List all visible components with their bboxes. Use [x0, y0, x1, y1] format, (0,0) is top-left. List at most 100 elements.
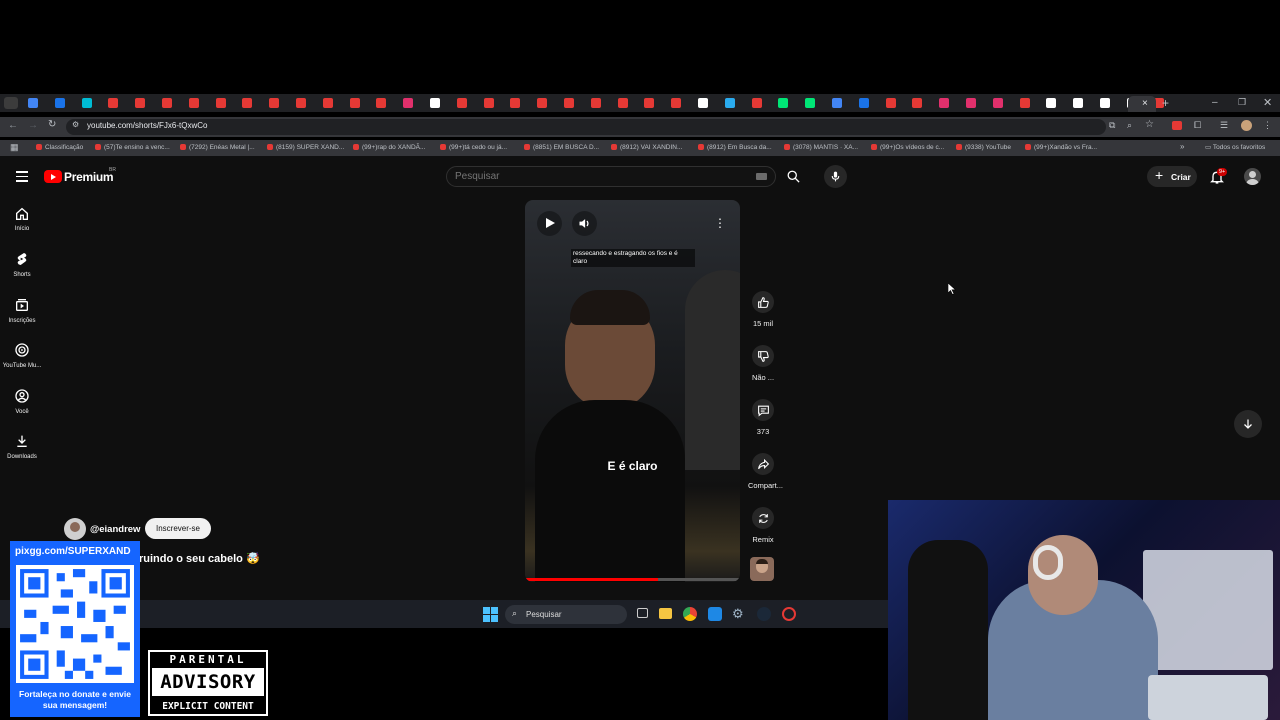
chrome-icon[interactable] [683, 607, 697, 621]
bookmark-star-icon[interactable]: ☆ [1145, 119, 1154, 130]
tab-search-button[interactable] [4, 97, 18, 109]
bookmark-item[interactable]: (9338) YouTube [956, 144, 1011, 151]
hamburger-menu-icon[interactable] [16, 171, 28, 182]
browser-tab[interactable] [805, 98, 816, 108]
app-red-icon[interactable] [782, 607, 796, 621]
browser-tab[interactable] [564, 98, 574, 108]
browser-tab[interactable] [1046, 98, 1057, 108]
play-button[interactable] [537, 211, 562, 236]
comments-button[interactable]: 373 [748, 399, 778, 436]
browser-tab[interactable] [510, 98, 521, 108]
browser-tab[interactable] [671, 98, 682, 108]
site-info-icon[interactable]: ⚙ [72, 120, 79, 129]
file-explorer-icon[interactable] [659, 608, 672, 619]
keyboard-icon[interactable] [756, 173, 767, 180]
browser-tab[interactable] [751, 98, 762, 108]
create-button[interactable]: + Criar [1147, 166, 1197, 187]
bookmark-item[interactable]: (57)Te ensino a venc... [95, 144, 170, 151]
account-avatar[interactable] [1244, 168, 1261, 185]
settings-gear-icon[interactable]: ⚙ [732, 606, 744, 622]
bookmark-item[interactable]: (8851) EM BUSCA D... [524, 144, 599, 151]
sidebar-item-voce[interactable]: Você [0, 388, 44, 418]
sidebar-item-shorts[interactable]: Shorts [0, 251, 44, 281]
browser-tab[interactable] [885, 98, 896, 108]
steam-icon[interactable] [757, 607, 771, 621]
browser-tab[interactable] [108, 98, 119, 108]
extension-icon[interactable] [1172, 121, 1182, 130]
close-tab-icon[interactable]: × [1142, 98, 1148, 109]
share-button[interactable]: Compart... [748, 453, 783, 490]
browser-tab[interactable] [456, 98, 467, 108]
bookmark-item[interactable]: (3078) MANTIS · XA... [784, 144, 858, 151]
browser-tab[interactable] [376, 98, 387, 108]
browser-tab[interactable] [778, 98, 789, 108]
browser-tab[interactable] [590, 98, 601, 108]
browser-tab[interactable] [269, 98, 280, 108]
reload-icon[interactable]: ↻ [48, 119, 56, 130]
next-video-button[interactable] [1234, 410, 1262, 438]
bookmark-item[interactable]: (99+)rap do XANDÃ... [353, 144, 425, 151]
browser-tab[interactable] [724, 98, 735, 108]
youtube-premium-text[interactable]: Premium [64, 170, 114, 184]
browser-tab[interactable] [1019, 98, 1030, 108]
audio-thumbnail[interactable] [750, 557, 774, 581]
browser-tab[interactable] [992, 98, 1003, 108]
video-more-options-icon[interactable]: ⋮ [714, 216, 726, 230]
sidebar-item-downloads[interactable]: Downloads [0, 433, 44, 463]
app-blue-icon[interactable] [708, 607, 722, 621]
dislike-button[interactable]: Não ... [748, 345, 778, 382]
browser-tab[interactable] [215, 98, 226, 108]
bookmark-item[interactable]: (8912) VAI XANDIN... [611, 144, 682, 151]
search-icon[interactable] [786, 169, 801, 184]
install-app-icon[interactable]: ⧉ [1109, 120, 1115, 131]
active-tab[interactable]: × [1128, 96, 1156, 112]
voice-search-button[interactable] [824, 165, 847, 188]
browser-tab[interactable] [939, 98, 950, 108]
windows-start-icon[interactable] [483, 607, 498, 622]
volume-button[interactable] [572, 211, 597, 236]
search-input[interactable] [455, 170, 735, 183]
omnibox[interactable] [66, 119, 1106, 135]
sidebar-item-youtube-music[interactable]: YouTube Mu... [0, 342, 44, 372]
video-progress-track[interactable] [525, 578, 740, 581]
channel-handle[interactable]: @eiandrew [90, 524, 140, 535]
like-button[interactable]: 15 mil [748, 291, 778, 328]
bookmark-item[interactable]: (99+)Os vídeos de c... [871, 144, 944, 151]
back-icon[interactable]: ← [8, 120, 18, 131]
browser-tab[interactable] [1073, 98, 1084, 108]
taskbar-search[interactable]: ⌕ Pesquisar [505, 605, 627, 624]
apps-grid-icon[interactable]: ▦ [10, 142, 19, 153]
menu-kebab-icon[interactable]: ⋮ [1263, 120, 1272, 131]
browser-tab[interactable] [858, 98, 869, 108]
zoom-icon[interactable]: ⌕ [1127, 120, 1132, 131]
browser-tab[interactable] [54, 98, 65, 108]
browser-tab[interactable] [912, 98, 923, 108]
sidebar-item-inicio[interactable]: Início [0, 205, 44, 235]
task-view-icon[interactable] [637, 608, 648, 618]
minimize-icon[interactable]: – [1212, 97, 1218, 108]
browser-tab[interactable] [81, 98, 92, 108]
bookmark-item[interactable]: Classificação [36, 144, 83, 151]
sidepanel-icon[interactable]: ☰ [1220, 120, 1228, 131]
remix-button[interactable]: Remix [748, 507, 778, 544]
browser-tab[interactable] [296, 98, 306, 108]
browser-tab[interactable] [188, 98, 199, 108]
browser-tab[interactable] [617, 98, 628, 108]
url-text[interactable]: youtube.com/shorts/FJx6-tQxwCo [87, 121, 207, 130]
browser-tab[interactable] [242, 98, 253, 108]
bookmark-item[interactable]: (8912) Em Busca da... [698, 144, 772, 151]
sidebar-item-inscricoes[interactable]: Inscrições [0, 297, 44, 327]
browser-tab[interactable] [698, 98, 708, 108]
forward-icon[interactable]: → [28, 120, 38, 131]
extensions-puzzle-icon[interactable]: ⧠ [1194, 120, 1201, 131]
bookmark-item[interactable]: (99+)tá cedo ou já... [440, 144, 507, 151]
bookmark-item[interactable]: (7292) Enéas Metal |... [180, 144, 255, 151]
restore-icon[interactable]: ❐ [1238, 97, 1246, 108]
more-bookmarks-icon[interactable]: » [1180, 142, 1184, 151]
new-tab-icon[interactable]: + [1162, 96, 1169, 110]
subscribe-button[interactable]: Inscrever-se [145, 518, 211, 539]
bookmark-item[interactable]: (8159) SUPER XAND... [267, 144, 344, 151]
browser-tab[interactable] [322, 98, 333, 108]
browser-tab[interactable] [430, 98, 440, 108]
browser-tab[interactable] [832, 98, 842, 108]
